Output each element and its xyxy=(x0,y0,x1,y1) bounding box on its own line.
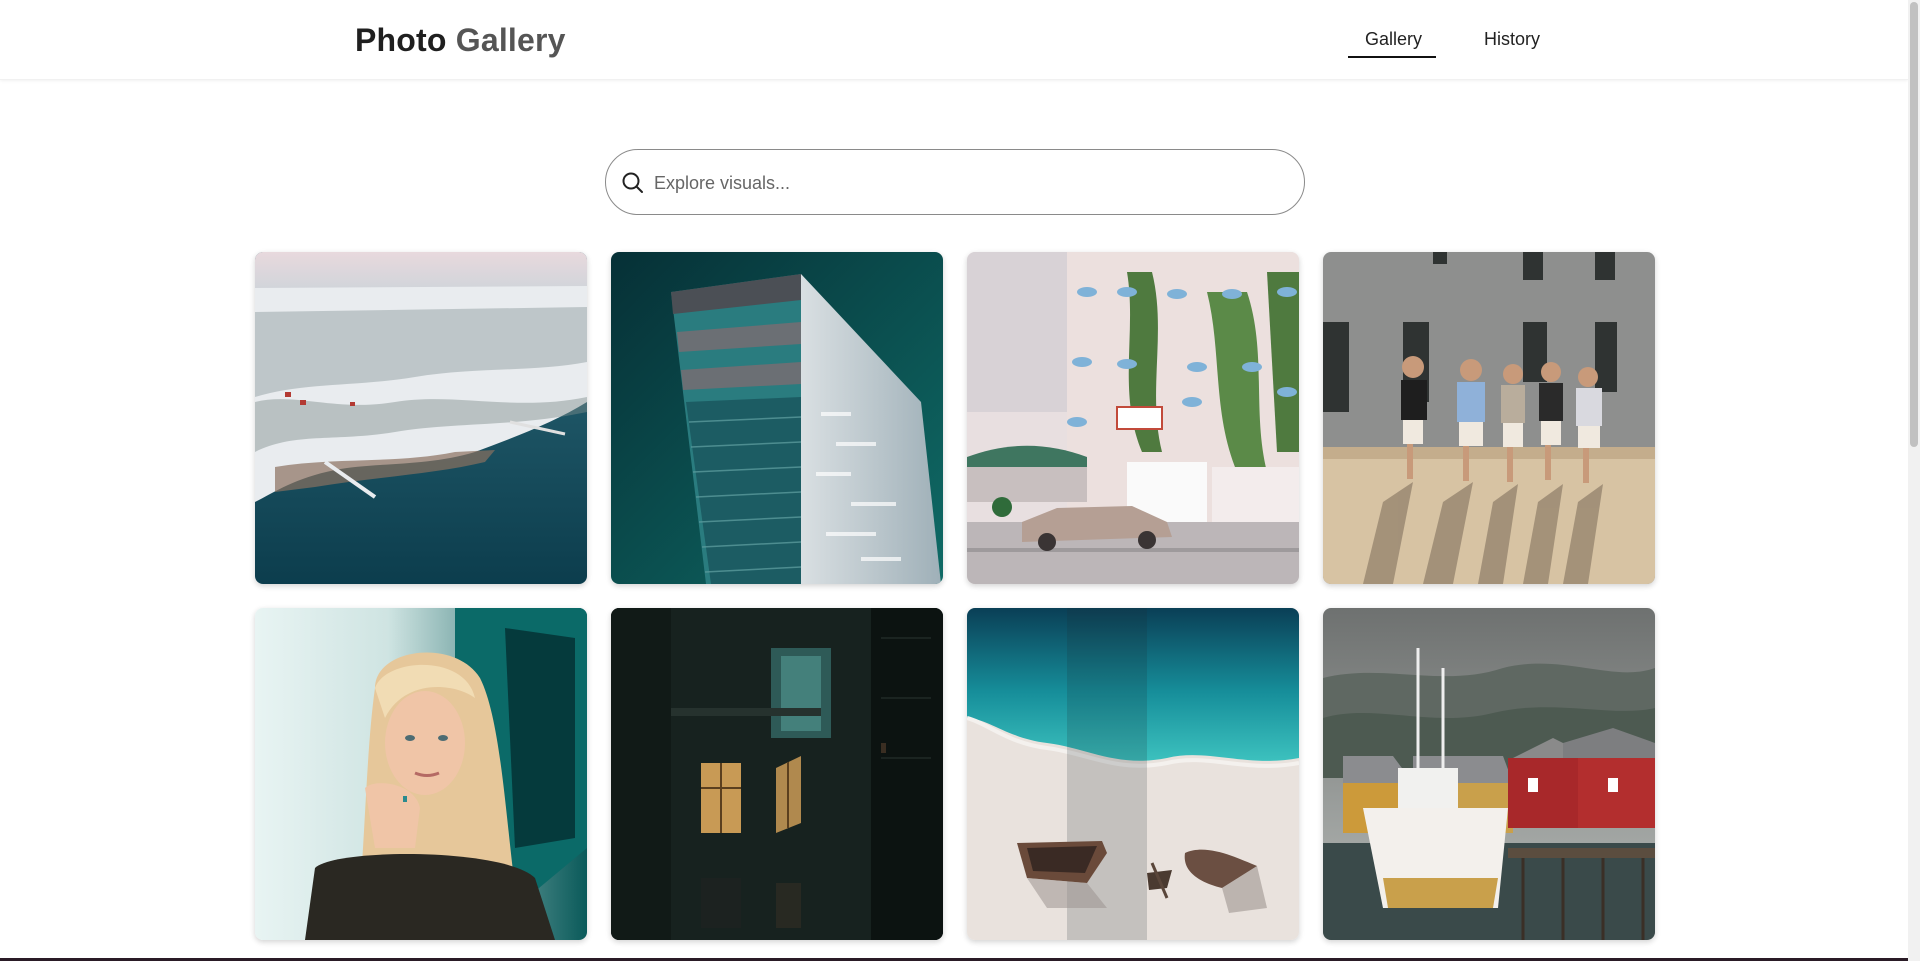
gallery-image-ivy-hotel[interactable] xyxy=(967,252,1299,584)
search-input[interactable] xyxy=(654,164,1274,202)
top-header: Photo Gallery Gallery History xyxy=(0,0,1908,80)
active-tab-indicator xyxy=(1348,56,1436,58)
tab-gallery[interactable]: Gallery xyxy=(1365,28,1422,50)
gallery-image-teal-tower[interactable] xyxy=(611,252,943,584)
gallery-image-snowy-coast[interactable] xyxy=(255,252,587,584)
search-icon xyxy=(620,170,646,196)
gallery-image-beach-shipwrecks[interactable] xyxy=(967,608,1299,940)
tab-history[interactable]: History xyxy=(1484,28,1540,50)
search-bar[interactable] xyxy=(605,149,1305,215)
brand-word-gallery: Gallery xyxy=(455,22,566,58)
gallery-image-friends-on-ledge[interactable] xyxy=(1323,252,1655,584)
gallery-image-night-building[interactable] xyxy=(611,608,943,940)
scrollbar-thumb[interactable] xyxy=(1910,2,1918,447)
brand-word-photo: Photo xyxy=(355,22,447,58)
gallery-image-harbor-boat[interactable] xyxy=(1323,608,1655,940)
brand-title[interactable]: Photo Gallery xyxy=(355,22,566,58)
gallery-image-portrait-woman[interactable] xyxy=(255,608,587,940)
